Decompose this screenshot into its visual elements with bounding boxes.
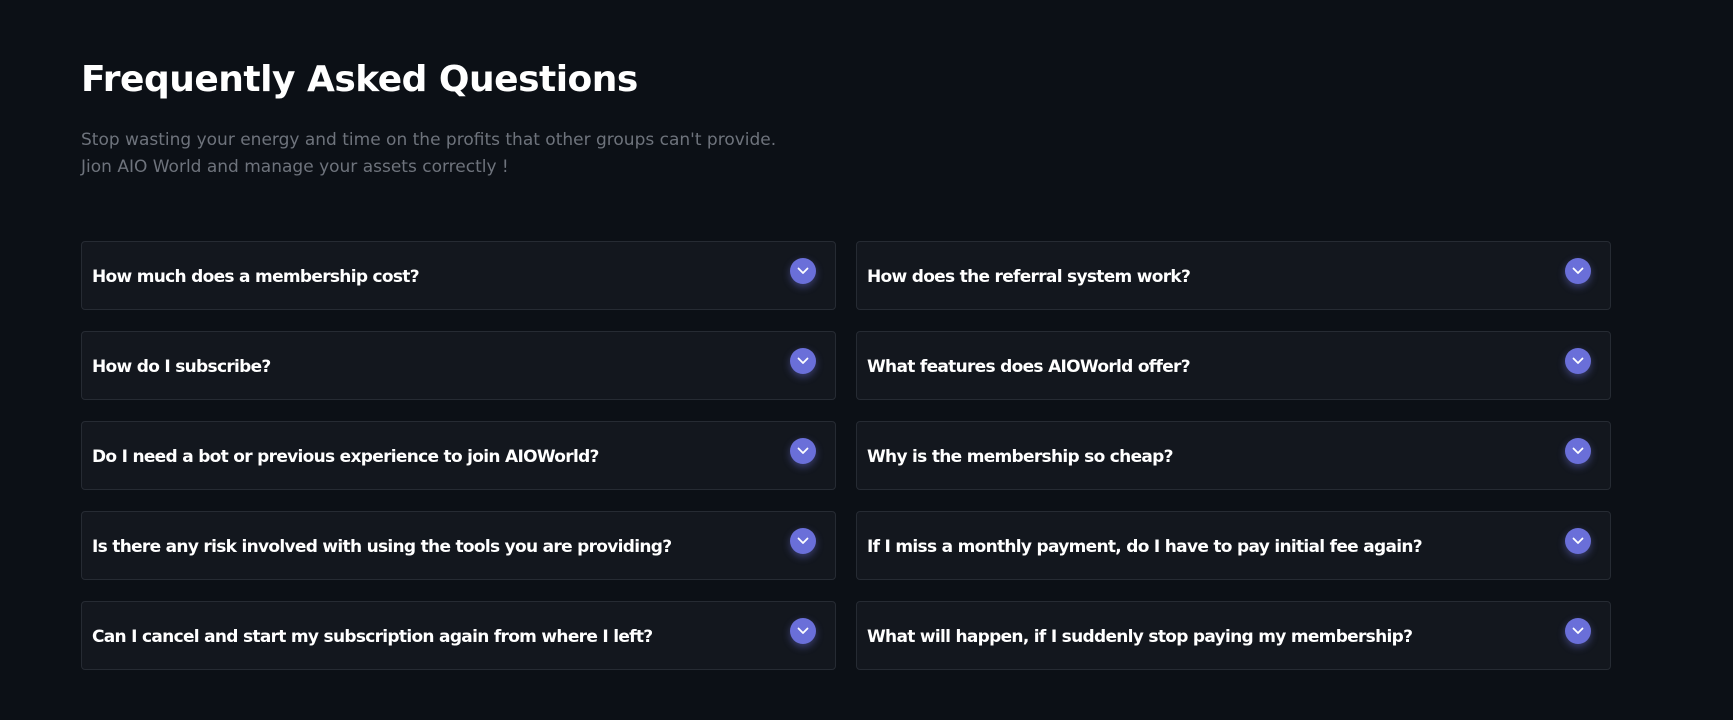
faq-section: Frequently Asked Questions Stop wasting … [81,0,1611,720]
faq-question: How does the referral system work? [867,266,1191,287]
faq-item[interactable]: What features does AIOWorld offer? [856,331,1611,400]
chevron-down-icon[interactable] [790,438,816,464]
faq-subtitle: Stop wasting your energy and time on the… [81,127,776,181]
faq-item[interactable]: If I miss a monthly payment, do I have t… [856,511,1611,580]
chevron-down-icon[interactable] [1565,348,1591,374]
faq-question: What will happen, if I suddenly stop pay… [867,626,1413,647]
faq-question: Is there any risk involved with using th… [92,536,672,557]
faq-question: What features does AIOWorld offer? [867,356,1191,377]
faq-item[interactable]: How much does a membership cost? [81,241,836,310]
faq-question: How do I subscribe? [92,356,271,377]
faq-item[interactable]: Do I need a bot or previous experience t… [81,421,836,490]
faq-question: Can I cancel and start my subscription a… [92,626,653,647]
faq-item[interactable]: How do I subscribe? [81,331,836,400]
faq-question: If I miss a monthly payment, do I have t… [867,536,1423,557]
chevron-down-icon[interactable] [1565,258,1591,284]
faq-subtitle-line: Jion AIO World and manage your assets co… [81,157,509,177]
chevron-down-icon[interactable] [790,258,816,284]
faq-question: Do I need a bot or previous experience t… [92,446,599,467]
chevron-down-icon[interactable] [1565,438,1591,464]
chevron-down-icon[interactable] [1565,618,1591,644]
faq-item[interactable]: Is there any risk involved with using th… [81,511,836,580]
chevron-down-icon[interactable] [790,348,816,374]
faq-item[interactable]: How does the referral system work? [856,241,1611,310]
faq-item[interactable]: Why is the membership so cheap? [856,421,1611,490]
faq-title: Frequently Asked Questions [81,59,638,100]
faq-subtitle-line: Stop wasting your energy and time on the… [81,130,777,150]
chevron-down-icon[interactable] [1565,528,1591,554]
faq-list: How much does a membership cost? How doe… [81,241,1611,670]
chevron-down-icon[interactable] [790,618,816,644]
faq-question: Why is the membership so cheap? [867,446,1174,467]
faq-question: How much does a membership cost? [92,266,420,287]
faq-item[interactable]: Can I cancel and start my subscription a… [81,601,836,670]
chevron-down-icon[interactable] [790,528,816,554]
faq-item[interactable]: What will happen, if I suddenly stop pay… [856,601,1611,670]
